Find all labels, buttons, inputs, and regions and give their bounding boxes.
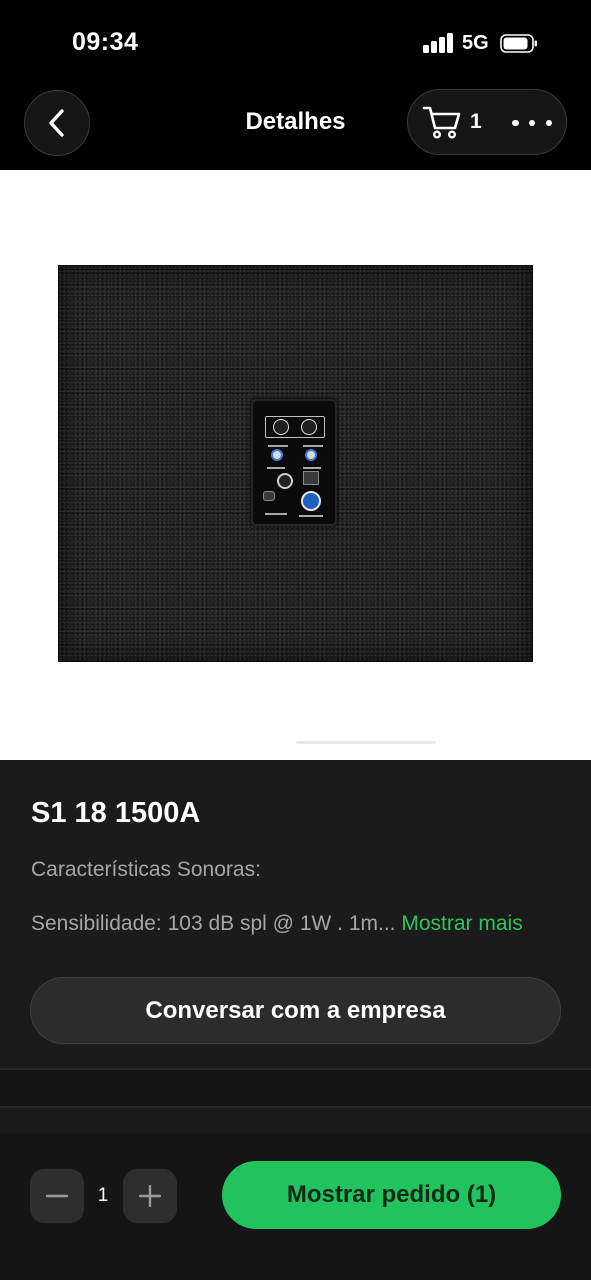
quantity-value: 1	[97, 1185, 109, 1206]
show-order-button[interactable]: Mostrar pedido (1)	[222, 1161, 561, 1229]
battery-icon	[500, 34, 537, 53]
network-label: 5G	[462, 32, 489, 54]
minus-icon	[46, 1194, 68, 1198]
chat-with-company-button[interactable]: Conversar com a empresa	[30, 977, 561, 1044]
quantity-increase-button[interactable]	[123, 1169, 177, 1223]
product-image	[58, 265, 533, 662]
quantity-decrease-button[interactable]	[30, 1169, 84, 1223]
screen: 09:34 5G Detalhes 1 S1 18 1500A Caracter…	[0, 0, 591, 1280]
more-options-button[interactable]	[512, 110, 552, 136]
nav-bar: Detalhes 1	[0, 88, 591, 170]
plus-icon	[139, 1185, 161, 1207]
nav-actions-pill: 1	[407, 89, 567, 155]
cart-icon	[422, 106, 461, 139]
cart-button[interactable]: 1	[422, 104, 492, 140]
status-bar: 09:34 5G	[0, 0, 591, 88]
signal-icon	[423, 33, 455, 53]
more-dots-icon	[512, 119, 519, 127]
section-gap	[0, 1070, 591, 1106]
amplifier-panel	[251, 399, 337, 526]
carousel-indicator	[296, 741, 436, 744]
show-more-link[interactable]: Mostrar mais	[401, 912, 522, 935]
feature-heading: Características Sonoras:	[31, 858, 261, 881]
product-description: Sensibilidade: 103 dB spl @ 1W . 1m... M…	[31, 912, 523, 936]
product-title: S1 18 1500A	[31, 797, 201, 829]
description-text: Sensibilidade: 103 dB spl @ 1W . 1m...	[31, 912, 396, 935]
product-details: S1 18 1500A Características Sonoras: Sen…	[0, 760, 591, 1068]
status-time: 09:34	[72, 28, 139, 56]
divider	[0, 1106, 591, 1108]
cart-count: 1	[470, 110, 482, 133]
order-bar: 1 Mostrar pedido (1)	[0, 1133, 591, 1280]
product-image-carousel[interactable]	[0, 170, 591, 760]
